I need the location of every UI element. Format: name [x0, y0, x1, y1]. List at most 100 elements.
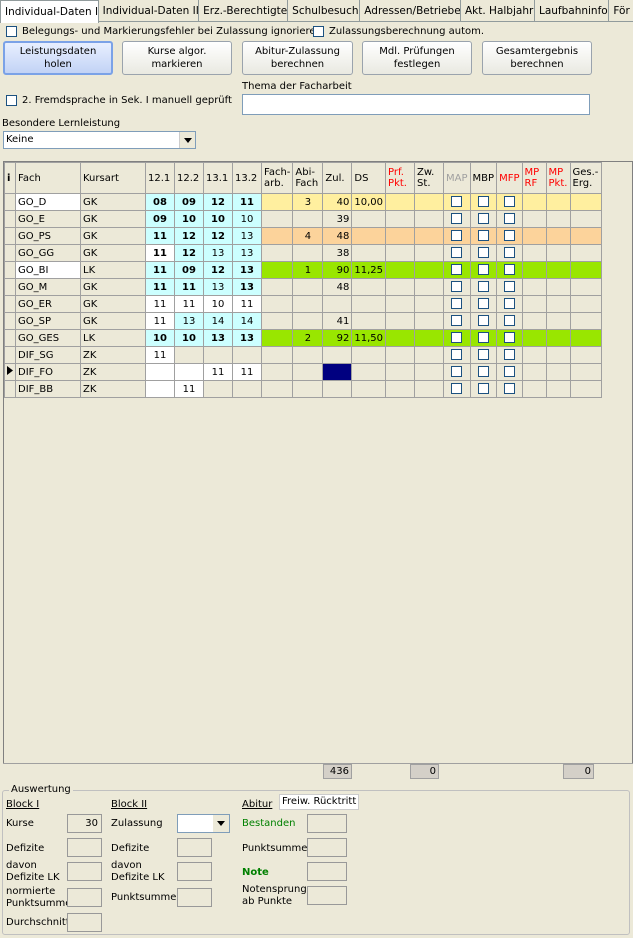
ds-cell[interactable] — [351, 227, 387, 245]
map-checkbox[interactable] — [451, 298, 463, 310]
mp-pkt-cell[interactable] — [545, 210, 571, 228]
prf-pkt-cell[interactable] — [385, 346, 416, 364]
col-mbp[interactable]: MBP — [469, 162, 498, 194]
abifach-cell[interactable]: 1 — [292, 261, 324, 279]
grade-cell-g3[interactable] — [203, 346, 233, 364]
grade-cell-g4[interactable]: 13 — [232, 244, 262, 262]
grade-cell-g4[interactable]: 11 — [232, 193, 262, 211]
zul-cell[interactable]: 39 — [322, 210, 353, 228]
tab-individual-daten-2[interactable]: Individual-Daten II — [99, 0, 200, 22]
grade-cell-g3[interactable] — [203, 380, 233, 398]
mp-rf-cell[interactable] — [521, 346, 547, 364]
ges-erg-cell[interactable] — [569, 295, 602, 313]
ges-erg-cell[interactable] — [569, 227, 602, 245]
fach-cell[interactable]: GO_SP — [15, 312, 81, 330]
map-cell[interactable] — [443, 295, 471, 313]
zw-st-cell[interactable] — [414, 244, 445, 262]
col-abifach[interactable]: Abi- Fach — [292, 162, 324, 194]
ges-erg-cell[interactable] — [569, 312, 602, 330]
mp-pkt-cell[interactable] — [545, 227, 571, 245]
grade-cell-g3[interactable]: 12 — [203, 193, 233, 211]
facharbeit-cell[interactable] — [260, 346, 294, 364]
grade-cell-g1[interactable]: 10 — [145, 329, 175, 347]
mfp-checkbox[interactable] — [503, 315, 515, 327]
map-checkbox[interactable] — [451, 366, 463, 378]
grade-cell-g1[interactable]: 11 — [145, 244, 175, 262]
auto-calc-checkbox[interactable] — [313, 26, 324, 37]
kursart-cell[interactable]: LK — [80, 329, 146, 347]
fach-cell[interactable]: GO_M — [15, 278, 81, 296]
fach-cell[interactable]: GO_ER — [15, 295, 81, 313]
grade-cell-g3[interactable]: 13 — [203, 244, 233, 262]
col-13-1[interactable]: 13.1 — [203, 162, 233, 194]
ges-erg-cell[interactable] — [569, 346, 602, 364]
col-ges-erg[interactable]: Ges.- Erg. — [569, 162, 602, 194]
mark-courses-button[interactable]: Kurse algor. markieren — [122, 41, 232, 75]
grade-cell-g4[interactable]: 13 — [232, 329, 262, 347]
facharbeit-cell[interactable] — [260, 380, 294, 398]
map-cell[interactable] — [443, 363, 471, 381]
ignore-errors-checkbox[interactable] — [6, 26, 17, 37]
fach-cell[interactable]: DIF_SG — [15, 346, 81, 364]
kursart-cell[interactable]: ZK — [80, 363, 146, 381]
mbp-checkbox[interactable] — [477, 196, 489, 208]
kursart-cell[interactable]: GK — [80, 210, 146, 228]
map-cell[interactable] — [443, 261, 471, 279]
mbp-cell[interactable] — [469, 329, 498, 347]
map-checkbox[interactable] — [451, 349, 463, 361]
grade-cell-g4[interactable]: 13 — [232, 261, 262, 279]
map-checkbox[interactable] — [451, 213, 463, 225]
zul-cell[interactable] — [322, 363, 353, 381]
mbp-cell[interactable] — [469, 244, 498, 262]
abifach-cell[interactable]: 3 — [292, 193, 324, 211]
zw-st-cell[interactable] — [414, 261, 445, 279]
facharbeit-cell[interactable] — [260, 193, 294, 211]
mp-pkt-cell[interactable] — [545, 193, 571, 211]
facharbeit-cell[interactable] — [260, 295, 294, 313]
ds-cell[interactable] — [351, 363, 387, 381]
fach-cell[interactable]: GO_PS — [15, 227, 81, 245]
zw-st-cell[interactable] — [414, 346, 445, 364]
ges-erg-cell[interactable] — [569, 193, 602, 211]
zw-st-cell[interactable] — [414, 380, 445, 398]
facharbeit-cell[interactable] — [260, 244, 294, 262]
mbp-cell[interactable] — [469, 210, 498, 228]
ds-cell[interactable] — [351, 210, 387, 228]
map-cell[interactable] — [443, 227, 471, 245]
grade-cell-g2[interactable]: 11 — [174, 278, 204, 296]
mbp-checkbox[interactable] — [477, 230, 489, 242]
grade-cell-g2[interactable] — [174, 346, 204, 364]
grade-cell-g4[interactable]: 11 — [232, 363, 262, 381]
tab-foerder[interactable]: För — [609, 0, 633, 22]
ges-erg-cell[interactable] — [569, 210, 602, 228]
zw-st-cell[interactable] — [414, 312, 445, 330]
prf-pkt-cell[interactable] — [385, 329, 416, 347]
fach-cell[interactable]: GO_D — [15, 193, 81, 211]
prf-pkt-cell[interactable] — [385, 261, 416, 279]
mfp-checkbox[interactable] — [503, 366, 515, 378]
tab-erz-berechtigte[interactable]: Erz.-Berechtigte — [199, 0, 289, 22]
mfp-checkbox[interactable] — [503, 383, 515, 395]
ds-cell[interactable] — [351, 295, 387, 313]
zw-st-cell[interactable] — [414, 193, 445, 211]
map-checkbox[interactable] — [451, 196, 463, 208]
zul-cell[interactable]: 90 — [322, 261, 353, 279]
map-checkbox[interactable] — [451, 247, 463, 259]
ges-erg-cell[interactable] — [569, 278, 602, 296]
facharbeit-cell[interactable] — [260, 227, 294, 245]
mfp-checkbox[interactable] — [503, 349, 515, 361]
col-fach[interactable]: Fach — [15, 162, 81, 194]
mfp-checkbox[interactable] — [503, 230, 515, 242]
table-row[interactable]: GO_ER GK 11 11 10 11 — [4, 295, 602, 313]
grade-cell-g4[interactable]: 13 — [232, 278, 262, 296]
map-checkbox[interactable] — [451, 383, 463, 395]
grade-cell-g2[interactable]: 09 — [174, 193, 204, 211]
zul-cell[interactable]: 38 — [322, 244, 353, 262]
map-cell[interactable] — [443, 329, 471, 347]
fach-cell[interactable]: GO_GG — [15, 244, 81, 262]
map-checkbox[interactable] — [451, 315, 463, 327]
grade-cell-g1[interactable] — [145, 380, 175, 398]
grade-cell-g3[interactable]: 13 — [203, 278, 233, 296]
ignore-errors-option[interactable]: Belegungs- und Markierungsfehler bei Zul… — [6, 26, 322, 37]
zulassung-select[interactable] — [177, 814, 230, 833]
